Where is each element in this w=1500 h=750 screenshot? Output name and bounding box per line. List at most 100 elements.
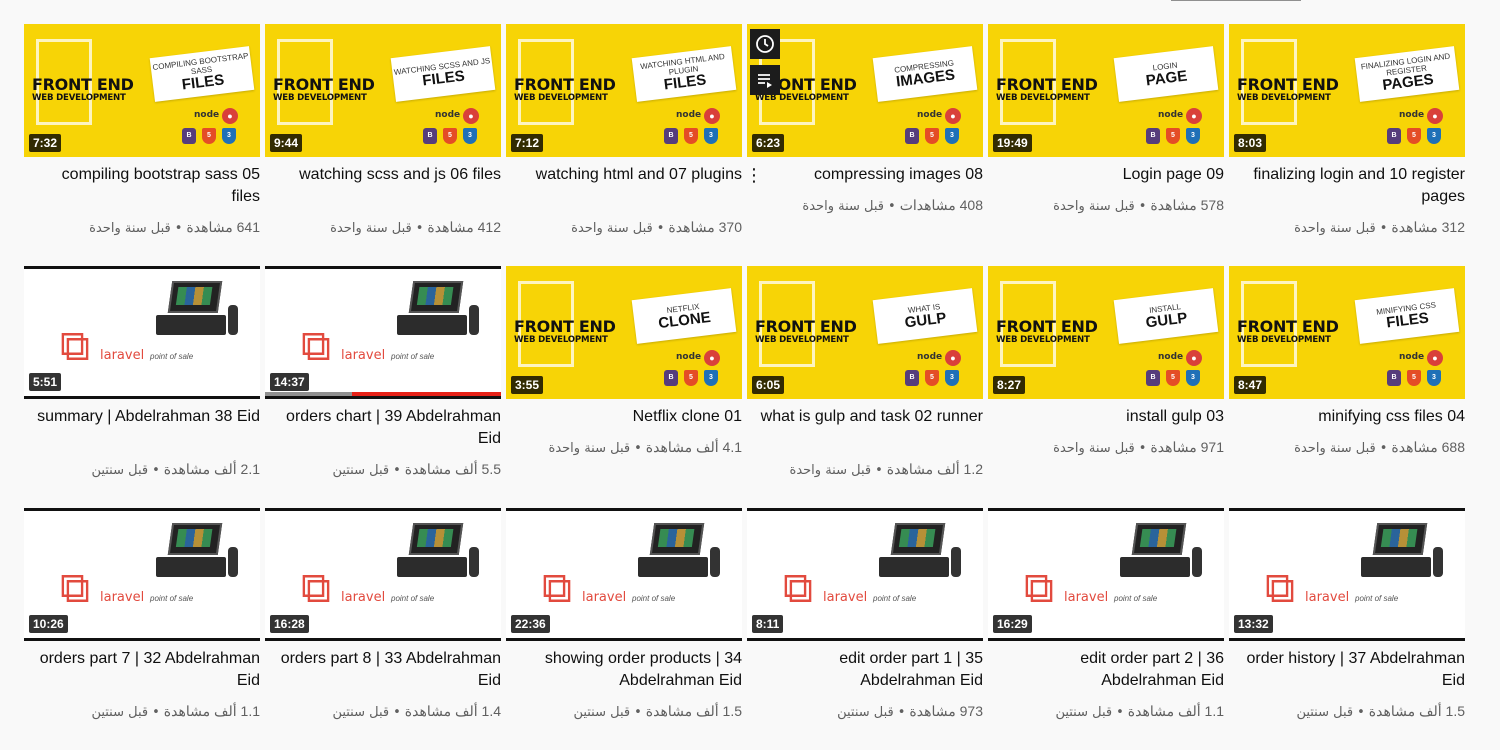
video-card[interactable]: FRONT END WEB DEVELOPMENT LOGIN PAGE node ● B 5… — [988, 24, 1224, 266]
video-thumbnail[interactable]: FRONT END WEB DEVELOPMENT LOGIN PAGE node ● B 5… — [988, 24, 1224, 157]
node-logo-icon: node — [1399, 352, 1425, 362]
meta-separator: • — [634, 441, 642, 456]
video-card[interactable]: FRONT END WEB DEVELOPMENT COMPILING BOOTST… — [24, 24, 260, 266]
video-title[interactable]: edit order part 1 | 35 Abdelrahman Eid — [753, 648, 983, 692]
upload-age: قبل سنة واحدة — [330, 221, 412, 236]
upload-age: قبل سنة واحدة — [548, 441, 631, 456]
video-thumbnail[interactable]: FRONT END WEB DEVELOPMENT MINIFYING CSS FIL… — [1229, 266, 1465, 399]
video-title[interactable]: summary | Abdelrahman 38 Eid — [30, 406, 260, 428]
video-title[interactable]: install gulp 03 — [994, 406, 1224, 428]
bootstrap-icon: B — [423, 128, 437, 144]
add-to-queue-button[interactable] — [750, 65, 780, 95]
video-title[interactable]: Login page 09 — [994, 164, 1224, 186]
video-title[interactable]: finalizing login and 10 register pages — [1235, 164, 1465, 208]
video-thumbnail[interactable]: ⧉ laravel point of sale 10:26 — [24, 508, 260, 641]
pos-drawer — [397, 315, 467, 335]
upload-age: قبل سنتين — [91, 705, 149, 720]
video-metadata: 312 مشاهدة•قبل سنة واحدة — [1229, 218, 1465, 238]
upload-age: قبل سنتين — [573, 705, 631, 720]
video-card[interactable]: FRONT END WEB DEVELOPMENT WHAT IS GULP node ●… — [747, 266, 983, 508]
video-thumbnail[interactable]: ⧉ laravel point of sale 5:51 — [24, 266, 260, 399]
laravel-logo-icon: ⧉ — [60, 321, 90, 370]
meta-separator: • — [897, 705, 906, 720]
laravel-logo-icon: ⧉ — [1024, 563, 1054, 612]
video-card[interactable]: ⧉ laravel point of sale 22:36 showing order … — [506, 508, 742, 750]
pos-terminal-image — [1357, 523, 1447, 581]
meta-separator: • — [888, 199, 896, 214]
laravel-wordmark: laravel — [1305, 590, 1350, 605]
html5-icon: 5 — [684, 370, 698, 386]
video-thumbnail[interactable]: ⧉ laravel point of sale 14:37 — [265, 266, 501, 399]
video-card[interactable]: FRONT END WEB DEVELOPMENT FINALIZING LOGIN… — [1229, 24, 1465, 266]
pos-screen — [890, 523, 946, 555]
video-thumbnail[interactable]: FRONT END WEB DEVELOPMENT COMPRESSING IMAGE… — [747, 24, 983, 157]
meta-separator: • — [152, 705, 160, 720]
laravel-logo-icon: ⧉ — [1265, 563, 1295, 612]
video-thumbnail[interactable]: FRONT END WEB DEVELOPMENT FINALIZING LOGIN… — [1229, 24, 1465, 157]
video-title[interactable]: orders chart | 39 Abdelrahman Eid — [271, 406, 501, 450]
video-card[interactable]: FRONT END WEB DEVELOPMENT WATCHING HTML AN… — [506, 24, 742, 266]
video-title[interactable]: orders part 7 | 32 Abdelrahman Eid — [30, 648, 260, 692]
upload-age: قبل سنة واحدة — [89, 221, 171, 236]
video-thumbnail[interactable]: FRONT END WEB DEVELOPMENT INSTALL GULP node ●… — [988, 266, 1224, 399]
video-thumbnail[interactable]: FRONT END WEB DEVELOPMENT WHAT IS GULP node ●… — [747, 266, 983, 399]
video-thumbnail[interactable]: FRONT END WEB DEVELOPMENT COMPILING BOOTST… — [24, 24, 260, 157]
topic-big-text: PAGES — [1381, 70, 1435, 95]
bootstrap-icon: B — [1146, 128, 1160, 144]
pos-terminal-image — [152, 281, 242, 339]
watch-later-button[interactable] — [750, 29, 780, 59]
video-thumbnail[interactable]: FRONT END WEB DEVELOPMENT WATCHING SCSS AN… — [265, 24, 501, 157]
video-thumbnail[interactable]: ⧉ laravel point of sale 22:36 — [506, 508, 742, 641]
meta-separator: • — [656, 221, 665, 236]
view-count: 2.1 ألف مشاهدة — [163, 461, 260, 477]
video-card[interactable]: FRONT END WEB DEVELOPMENT INSTALL GULP node ●… — [988, 266, 1224, 508]
video-title[interactable]: compiling bootstrap sass 05 files — [30, 164, 260, 208]
video-card[interactable]: ⧉ laravel point of sale 8:11 edit order part… — [747, 508, 983, 750]
video-card[interactable]: FRONT END WEB DEVELOPMENT NETFLIX CLONE node… — [506, 266, 742, 508]
video-title[interactable]: watching scss and js 06 files — [271, 164, 501, 186]
view-count: 370 مشاهدة — [668, 219, 742, 235]
video-title[interactable]: compressing images 08 — [753, 164, 983, 186]
video-thumbnail[interactable]: FRONT END WEB DEVELOPMENT WATCHING HTML AN… — [506, 24, 742, 157]
pos-drawer — [156, 315, 226, 335]
video-card[interactable]: FRONT END WEB DEVELOPMENT MINIFYING CSS FIL… — [1229, 266, 1465, 508]
upload-age: قبل سنة واحدة — [789, 463, 872, 478]
view-count: 1.5 ألف مشاهدة — [1368, 703, 1465, 719]
video-title[interactable]: orders part 8 | 33 Abdelrahman Eid — [271, 648, 501, 692]
video-thumbnail[interactable]: ⧉ laravel point of sale 16:29 — [988, 508, 1224, 641]
video-card[interactable]: FRONT END WEB DEVELOPMENT WATCHING SCSS AN… — [265, 24, 501, 266]
view-count: 312 مشاهدة — [1391, 219, 1465, 235]
video-title[interactable]: minifying css files 04 — [1235, 406, 1465, 428]
video-metadata: 1.4 ألف مشاهدة•قبل سنتين — [265, 702, 501, 722]
video-title[interactable]: order history | 37 Abdelrahman Eid — [1235, 648, 1466, 692]
video-card[interactable]: ⧉ laravel point of sale 5:51 summary | Abdel… — [24, 266, 260, 508]
more-vert-icon[interactable]: ⋮ — [745, 164, 763, 186]
meta-separator: • — [634, 705, 642, 720]
video-title[interactable]: edit order part 2 | 36 Abdelrahman Eid — [994, 648, 1224, 692]
duration-badge: 9:44 — [270, 134, 303, 152]
video-title[interactable]: what is gulp and task 02 runner — [753, 406, 983, 428]
video-card[interactable]: FRONT END WEB DEVELOPMENT COMPRESSING IMAGE… — [745, 24, 983, 266]
video-title[interactable]: showing order products | 34 Abdelrahman … — [512, 648, 742, 692]
video-card[interactable]: ⧉ laravel point of sale 14:37 orders chart |… — [265, 266, 501, 508]
pos-screen — [408, 281, 464, 313]
video-title[interactable]: Netflix clone 01 — [512, 406, 742, 428]
video-card[interactable]: ⧉ laravel point of sale 16:29 edit order par… — [988, 508, 1224, 750]
gulp-logo-icon: ● — [704, 108, 720, 124]
video-thumbnail[interactable]: ⧉ laravel point of sale 16:28 — [265, 508, 501, 641]
video-card[interactable]: ⧉ laravel point of sale 13:32 order history … — [1229, 508, 1465, 750]
video-card[interactable]: ⧉ laravel point of sale 10:26 orders part 7 … — [24, 508, 260, 750]
gulp-logo-icon: ● — [463, 108, 479, 124]
laravel-logo-icon: ⧉ — [783, 563, 813, 612]
video-thumbnail[interactable]: ⧉ laravel point of sale 13:32 — [1229, 508, 1465, 641]
css3-icon: 3 — [1427, 370, 1441, 386]
video-thumbnail[interactable]: ⧉ laravel point of sale 8:11 — [747, 508, 983, 641]
pos-screen — [649, 523, 705, 555]
upload-age: قبل سنة واحدة — [1294, 221, 1376, 236]
laravel-wordmark: laravel — [823, 590, 868, 605]
video-title[interactable]: watching html and 07 plugins — [512, 164, 742, 186]
laravel-tagline: point of sale — [391, 352, 435, 361]
video-thumbnail[interactable]: FRONT END WEB DEVELOPMENT NETFLIX CLONE node… — [506, 266, 742, 399]
duration-badge: 13:32 — [1234, 615, 1273, 633]
video-card[interactable]: ⧉ laravel point of sale 16:28 orders part 8 … — [265, 508, 501, 750]
